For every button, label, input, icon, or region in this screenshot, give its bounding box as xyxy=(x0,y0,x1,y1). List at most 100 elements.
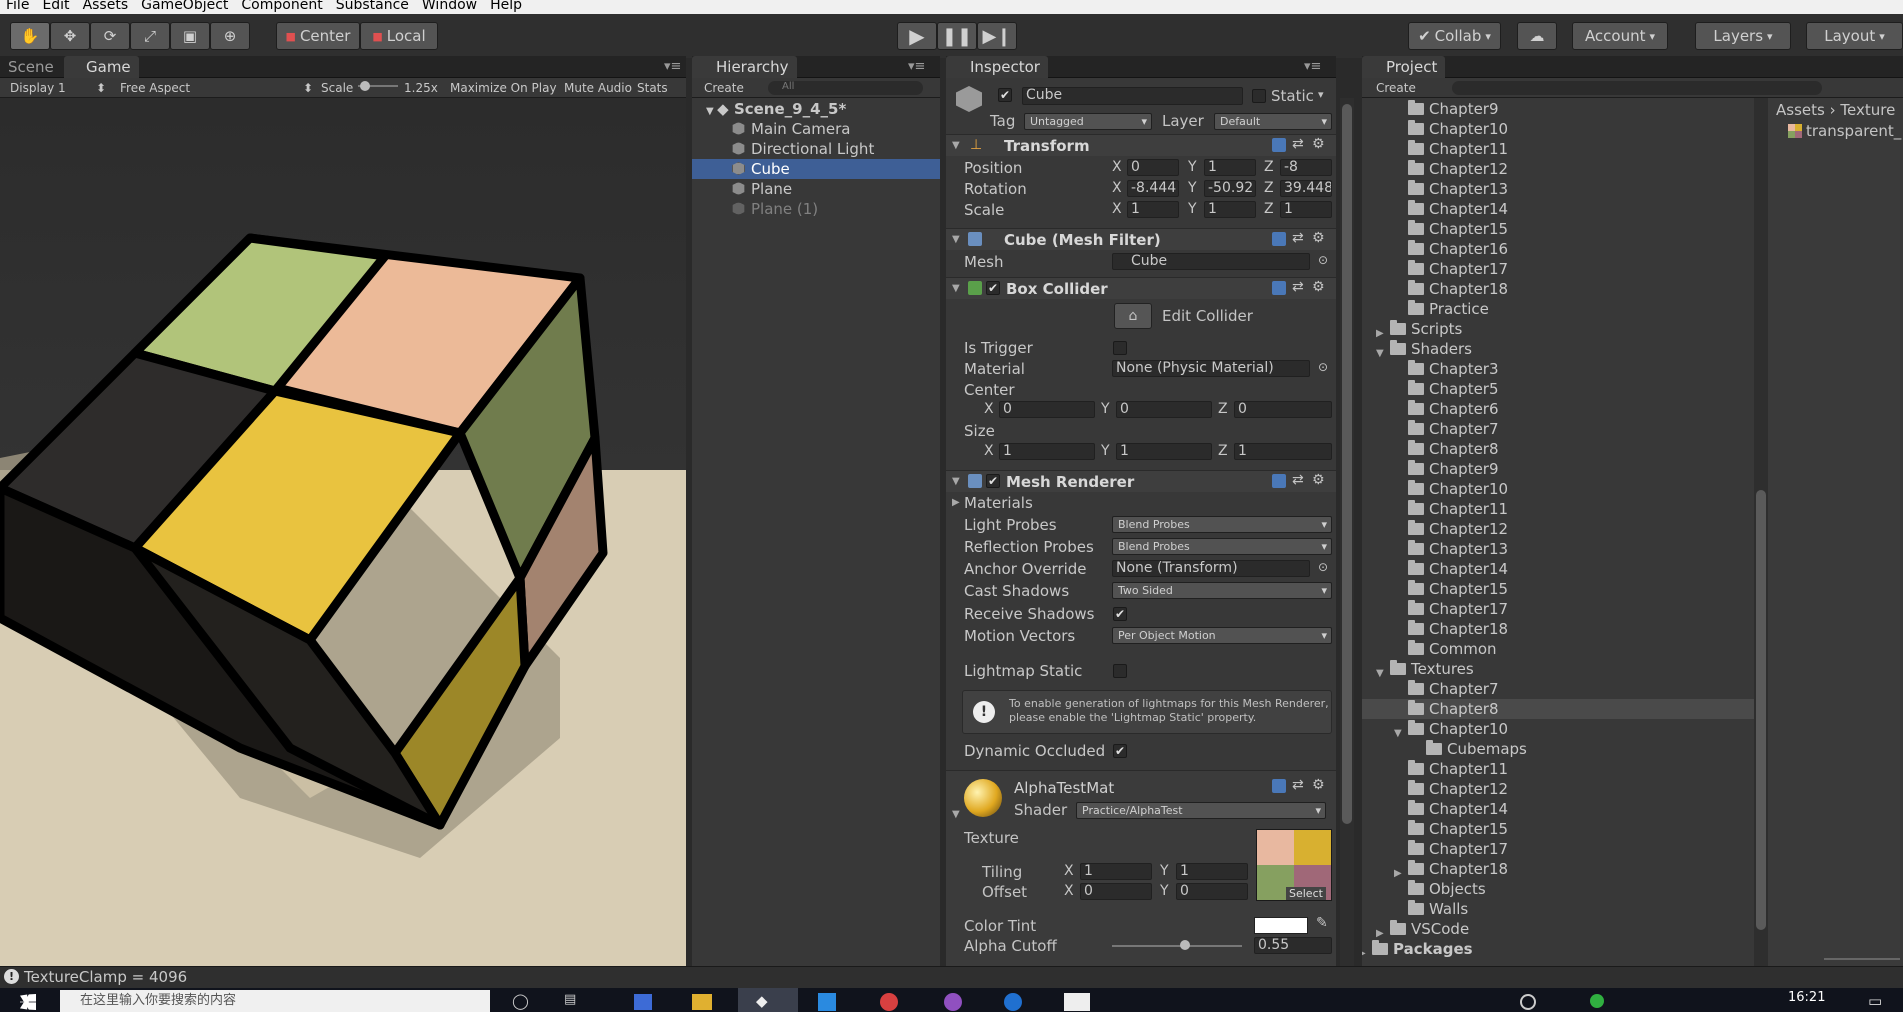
hierarchy-search-input[interactable]: All xyxy=(768,81,923,95)
game-viewport[interactable] xyxy=(0,98,686,966)
inspector-scrollbar[interactable] xyxy=(1340,98,1354,966)
project-folder-item[interactable]: Chapter15 xyxy=(1362,819,1754,839)
is-trigger-checkbox[interactable] xyxy=(1113,341,1127,355)
offset-y-input[interactable]: 0 xyxy=(1176,883,1248,900)
position-x-input[interactable]: 0 xyxy=(1127,159,1179,176)
rotation-x-input[interactable]: -8.444 xyxy=(1127,180,1179,197)
shader-dropdown[interactable]: Practice/AlphaTest xyxy=(1076,802,1326,819)
project-folder-item[interactable]: Chapter13 xyxy=(1362,179,1754,199)
tab-scene[interactable]: Scene xyxy=(0,56,62,78)
project-create-button[interactable]: Create xyxy=(1376,81,1416,95)
object-name-input[interactable]: Cube xyxy=(1022,87,1243,105)
project-folder-item[interactable]: Chapter11 xyxy=(1362,139,1754,159)
pivot-center-button[interactable]: ■ Center xyxy=(276,22,360,50)
static-dropdown-arrow-icon[interactable]: ▾ xyxy=(1318,88,1324,101)
project-folder-item[interactable]: Chapter17 xyxy=(1362,259,1754,279)
project-folder-item[interactable]: Common xyxy=(1362,639,1754,659)
tiling-y-input[interactable]: 1 xyxy=(1176,863,1248,880)
anchor-override-field[interactable]: None (Transform) xyxy=(1112,560,1310,577)
pause-button[interactable]: ❚❚ xyxy=(937,22,977,50)
box-collider-header[interactable]: ▼ ✔ Box Collider ⇄ ⚙ xyxy=(946,277,1336,299)
project-folder-item[interactable]: ▶Packages xyxy=(1362,939,1754,959)
taskbar-search-input[interactable]: 在这里输入你要搜索的内容 xyxy=(60,990,490,1012)
menu-help[interactable]: Help xyxy=(484,0,529,14)
texture-select-button[interactable]: Select xyxy=(1286,887,1326,900)
panel-menu-icon[interactable]: ▾≡ xyxy=(664,59,681,74)
help-icon[interactable] xyxy=(1272,779,1286,793)
vscode-icon[interactable] xyxy=(818,993,836,1011)
reflection-probes-dropdown[interactable]: Blend Probes xyxy=(1112,538,1332,555)
scale-tool-button[interactable]: ⤢ xyxy=(130,22,170,50)
mesh-filter-header[interactable]: ▼ Cube (Mesh Filter) ⇄ ⚙ xyxy=(946,228,1336,250)
rect-tool-button[interactable]: ▣ xyxy=(170,22,210,50)
tab-game[interactable]: Game xyxy=(64,56,139,78)
tray-app-icon[interactable] xyxy=(1520,994,1536,1010)
project-folder-item[interactable]: Chapter10 xyxy=(1362,479,1754,499)
settings-gear-icon[interactable]: ⚙ xyxy=(1312,472,1325,488)
help-icon[interactable] xyxy=(1272,281,1286,295)
hierarchy-item-main-camera[interactable]: Main Camera xyxy=(692,119,940,139)
project-folder-item[interactable]: Objects xyxy=(1362,879,1754,899)
taskbar-app-icon[interactable] xyxy=(944,993,962,1011)
hierarchy-create-button[interactable]: Create xyxy=(704,81,744,95)
project-folder-item[interactable]: Chapter15 xyxy=(1362,579,1754,599)
position-y-input[interactable]: 1 xyxy=(1204,159,1256,176)
dynamic-occluded-checkbox[interactable]: ✔ xyxy=(1113,744,1127,758)
preset-icon[interactable]: ⇄ xyxy=(1292,279,1304,295)
tab-hierarchy[interactable]: Hierarchy xyxy=(692,56,797,78)
transform-header[interactable]: ▼ ⊥ Transform ⇄ ⚙ xyxy=(946,134,1336,156)
transform-tool-button[interactable]: ⊕ xyxy=(210,22,250,50)
notification-icon[interactable]: ▭ xyxy=(1868,992,1882,1010)
panel-menu-icon[interactable]: ▾≡ xyxy=(908,59,925,74)
icon-size-slider[interactable] xyxy=(1824,958,1900,960)
alpha-cutoff-slider[interactable] xyxy=(1112,945,1242,947)
project-folder-item[interactable]: Chapter12 xyxy=(1362,779,1754,799)
step-button[interactable]: ▶❙ xyxy=(977,22,1017,50)
asset-item[interactable]: transparent_ xyxy=(1788,122,1901,140)
project-folder-item[interactable]: ▼ Chapter10 xyxy=(1362,719,1754,739)
hierarchy-item-directional-light[interactable]: Directional Light xyxy=(692,139,940,159)
menu-substance[interactable]: Substance xyxy=(330,0,416,14)
play-button[interactable]: ▶ xyxy=(897,22,937,50)
layer-dropdown[interactable]: Default xyxy=(1214,113,1332,130)
project-folder-item[interactable]: Cubemaps xyxy=(1362,739,1754,759)
motion-vectors-dropdown[interactable]: Per Object Motion xyxy=(1112,627,1332,644)
edit-collider-button[interactable]: ⌂ xyxy=(1114,303,1152,329)
project-folder-item[interactable]: Chapter14 xyxy=(1362,199,1754,219)
project-folder-item[interactable]: Chapter15 xyxy=(1362,219,1754,239)
display-dropdown[interactable]: Display 1 xyxy=(10,81,66,95)
panel-menu-icon[interactable]: ▾≡ xyxy=(1304,59,1321,74)
center-z-input[interactable]: 0 xyxy=(1234,401,1332,418)
tray-app-icon[interactable] xyxy=(1590,994,1604,1008)
alpha-cutoff-input[interactable]: 0.55 xyxy=(1254,937,1332,954)
project-folder-item[interactable]: Chapter11 xyxy=(1362,759,1754,779)
object-picker-icon[interactable]: ⊙ xyxy=(1318,253,1328,267)
scale-x-input[interactable]: 1 xyxy=(1127,201,1179,218)
tab-inspector[interactable]: Inspector xyxy=(946,56,1048,78)
edge-icon[interactable] xyxy=(1004,993,1022,1011)
scale-slider-thumb[interactable] xyxy=(360,81,370,91)
object-picker-icon[interactable]: ⊙ xyxy=(1318,560,1328,574)
preset-icon[interactable]: ⇄ xyxy=(1292,136,1304,152)
project-folder-item[interactable]: Chapter7 xyxy=(1362,419,1754,439)
settings-gear-icon[interactable]: ⚙ xyxy=(1312,279,1325,295)
materials-row[interactable]: ▶ Materials xyxy=(946,493,1336,513)
preset-icon[interactable]: ⇄ xyxy=(1292,777,1304,793)
project-folder-item[interactable]: Chapter6 xyxy=(1362,399,1754,419)
project-folder-item[interactable]: Chapter16 xyxy=(1362,239,1754,259)
project-folder-item[interactable]: Chapter8 xyxy=(1362,439,1754,459)
inspector-scrollbar-thumb[interactable] xyxy=(1342,104,1352,824)
project-folder-item[interactable]: Chapter13 xyxy=(1362,539,1754,559)
project-search-input[interactable] xyxy=(1452,81,1822,95)
settings-gear-icon[interactable]: ⚙ xyxy=(1312,230,1325,246)
project-folder-item[interactable]: ▶ VSCode xyxy=(1362,919,1754,939)
help-icon[interactable] xyxy=(1272,138,1286,152)
breadcrumb-assets[interactable]: Assets xyxy=(1776,101,1825,119)
project-folder-item[interactable]: Chapter12 xyxy=(1362,159,1754,179)
project-folder-item[interactable]: Chapter14 xyxy=(1362,559,1754,579)
menu-gameobject[interactable]: GameObject xyxy=(135,0,235,14)
taskbar-app-icon[interactable] xyxy=(1064,993,1090,1011)
move-tool-button[interactable]: ✥ xyxy=(50,22,90,50)
task-view-icon[interactable]: ◯ xyxy=(512,992,529,1010)
project-folder-item[interactable]: Chapter10 xyxy=(1362,119,1754,139)
